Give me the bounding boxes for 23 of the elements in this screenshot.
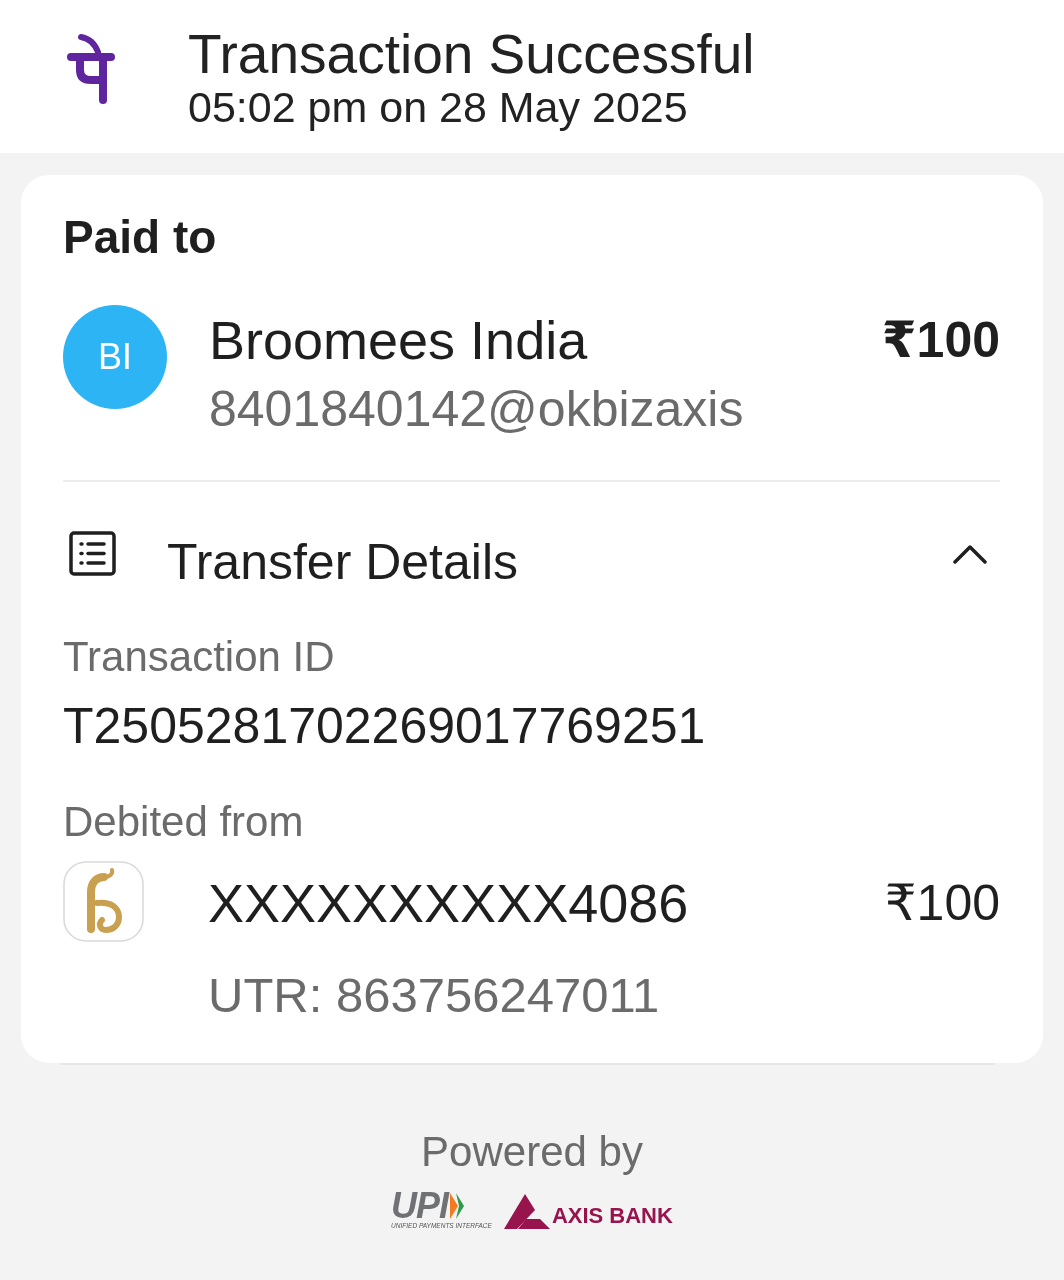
logo-icon [67, 32, 115, 105]
avatar: BI [63, 305, 167, 409]
field-label: Debited from [63, 797, 305, 847]
bank-logo-icon [63, 861, 144, 942]
powered-by-label: Powered by [420, 1127, 644, 1177]
bank-logo-icon [503, 1192, 550, 1229]
page-title: Transaction Successful [188, 23, 755, 84]
list-icon [69, 531, 116, 576]
account-number: XXXXXXXXXX4086 [208, 872, 690, 935]
bank-wordmark: AXIS BANK [551, 1202, 673, 1229]
arrow-icon [450, 1193, 465, 1219]
utr-number: UTR: 863756247011 [208, 967, 661, 1024]
amount: ₹100 [881, 311, 1000, 370]
timestamp: 05:02 pm on 28 May 2025 [188, 83, 689, 130]
field-value: T2505281702269017769251 [63, 697, 707, 756]
upi-id: 8401840142@okbizaxis [209, 380, 745, 439]
amount: ₹100 [884, 874, 1000, 933]
section-heading: Paid to [63, 210, 218, 265]
upi-wordmark: UPI [391, 1191, 449, 1221]
chevron-up-icon[interactable] [953, 544, 987, 564]
payee-name: Broomees India [209, 309, 589, 372]
field-label: Transaction ID [63, 632, 336, 682]
section-title: Transfer Details [167, 533, 520, 592]
